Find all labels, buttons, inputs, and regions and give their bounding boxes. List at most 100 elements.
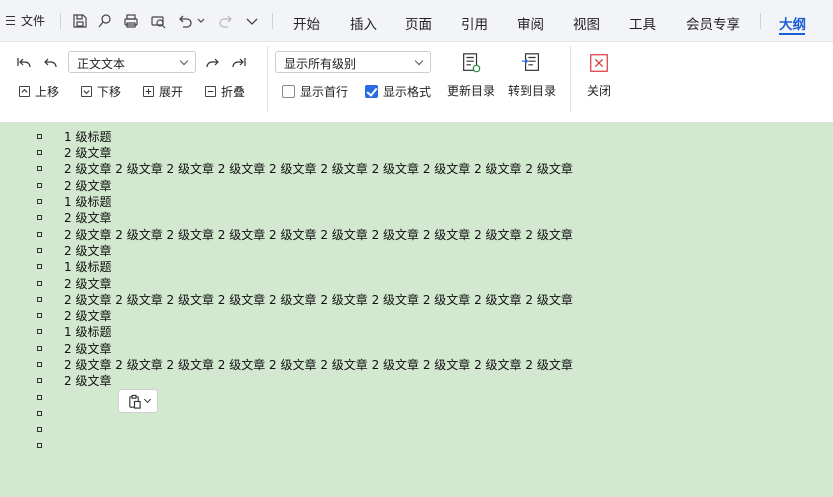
update-toc-button[interactable]: 更新目录 — [447, 51, 495, 99]
outline-row-text[interactable]: 2 级文章 2 级文章 2 级文章 2 级文章 2 级文章 2 级文章 2 级文… — [64, 292, 573, 308]
outline-bullet-icon[interactable] — [37, 281, 42, 286]
show-levels-select[interactable]: 显示所有级别 — [275, 51, 431, 73]
outline-bullet-icon[interactable] — [37, 232, 42, 237]
outline-row[interactable]: 2 级文章 — [0, 178, 833, 194]
save-icon[interactable] — [71, 12, 89, 30]
outline-row-text[interactable]: 2 级文章 — [64, 373, 111, 389]
show-format-checkbox[interactable]: 显示格式 — [365, 83, 431, 100]
outline-bullet-icon[interactable] — [37, 264, 42, 269]
menu-bar: 文件 开始 插入 页面 引用 审阅 视图 工具 会员专享 大纲 — [0, 0, 833, 42]
outline-bullet-icon[interactable] — [37, 248, 42, 253]
outline-bullet-icon[interactable] — [37, 329, 42, 334]
demote-icon[interactable] — [204, 54, 222, 72]
outline-row[interactable]: 1 级标题 — [0, 129, 833, 145]
outline-bullet-icon[interactable] — [37, 134, 42, 139]
collapse-button[interactable]: 折叠 — [205, 83, 245, 100]
outline-bullet-icon[interactable] — [37, 427, 42, 432]
tab-references[interactable]: 引用 — [461, 13, 488, 33]
outline-row[interactable]: 1 级标题 — [0, 324, 833, 340]
outline-bullet-icon[interactable] — [37, 443, 42, 448]
outline-row[interactable]: 2 级文章 — [0, 308, 833, 324]
outline-row-text[interactable]: 2 级文章 2 级文章 2 级文章 2 级文章 2 级文章 2 级文章 2 级文… — [64, 161, 573, 177]
outline-bullet-icon[interactable] — [37, 313, 42, 318]
outline-row[interactable]: 2 级文章 2 级文章 2 级文章 2 级文章 2 级文章 2 级文章 2 级文… — [0, 357, 833, 373]
divider — [760, 13, 761, 29]
divider — [272, 13, 273, 29]
show-first-line-checkbox[interactable]: 显示首行 — [282, 83, 348, 100]
move-up-button[interactable]: 上移 — [19, 83, 59, 100]
outline-row-text[interactable]: 2 级文章 2 级文章 2 级文章 2 级文章 2 级文章 2 级文章 2 级文… — [64, 227, 573, 243]
outline-row-text[interactable]: 2 级文章 — [64, 178, 111, 194]
outline-row[interactable] — [0, 438, 833, 454]
outline-level-select[interactable]: 正文文本 — [68, 51, 196, 73]
outline-row-text[interactable]: 2 级文章 2 级文章 2 级文章 2 级文章 2 级文章 2 级文章 2 级文… — [64, 357, 573, 373]
chevron-down-icon — [143, 395, 151, 404]
outline-row-text[interactable]: 1 级标题 — [64, 194, 111, 210]
move-down-icon — [81, 86, 92, 97]
outline-row-text[interactable]: 1 级标题 — [64, 259, 111, 275]
redo-icon[interactable] — [217, 12, 235, 30]
outline-row[interactable]: 1 级标题 — [0, 194, 833, 210]
outline-row-text[interactable]: 2 级文章 — [64, 276, 111, 292]
tab-view[interactable]: 视图 — [573, 13, 600, 33]
outline-bullet-icon[interactable] — [37, 362, 42, 367]
expand-button[interactable]: 展开 — [143, 83, 183, 100]
expand-label: 展开 — [159, 85, 184, 99]
tab-tools[interactable]: 工具 — [629, 13, 656, 33]
demote-to-body-icon[interactable] — [230, 54, 248, 72]
tab-outline[interactable]: 大纲 — [779, 13, 806, 33]
undo-dropdown-icon[interactable] — [196, 12, 206, 30]
outline-row[interactable]: 2 级文章 — [0, 276, 833, 292]
outline-bullet-icon[interactable] — [37, 297, 42, 302]
promote-icon[interactable] — [41, 54, 59, 72]
paste-options-button[interactable] — [118, 389, 158, 413]
tab-member[interactable]: 会员专享 — [686, 13, 740, 33]
outline-row-text[interactable]: 2 级文章 — [64, 308, 111, 324]
outline-row-text[interactable]: 2 级文章 — [64, 243, 111, 259]
goto-toc-label: 转到目录 — [508, 84, 557, 98]
outline-row[interactable]: 2 级文章 — [0, 210, 833, 226]
outline-bullet-icon[interactable] — [37, 411, 42, 416]
outline-bullet-icon[interactable] — [37, 395, 42, 400]
outline-bullet-icon[interactable] — [37, 150, 42, 155]
outline-row[interactable]: 2 级文章 2 级文章 2 级文章 2 级文章 2 级文章 2 级文章 2 级文… — [0, 227, 833, 243]
goto-toc-button[interactable]: 转到目录 — [508, 51, 556, 99]
outline-row[interactable]: 2 级文章 2 级文章 2 级文章 2 级文章 2 级文章 2 级文章 2 级文… — [0, 292, 833, 308]
outline-row-text[interactable]: 2 级文章 — [64, 210, 111, 226]
outline-row[interactable]: 2 级文章 — [0, 373, 833, 389]
outline-row-text[interactable]: 1 级标题 — [64, 129, 111, 145]
outline-bullet-icon[interactable] — [37, 378, 42, 383]
outline-row-text[interactable]: 2 级文章 — [64, 145, 111, 161]
outline-row-text[interactable]: 1 级标题 — [64, 324, 111, 340]
outline-row[interactable]: 1 级标题 — [0, 259, 833, 275]
print-icon[interactable] — [122, 12, 140, 30]
outline-row[interactable] — [0, 422, 833, 438]
outline-bullet-icon[interactable] — [37, 346, 42, 351]
outline-bullet-icon[interactable] — [37, 199, 42, 204]
outline-row[interactable]: 2 级文章 — [0, 145, 833, 161]
print-preview-icon[interactable] — [149, 12, 167, 30]
outline-bullet-icon[interactable] — [37, 166, 42, 171]
outline-bullet-icon[interactable] — [37, 183, 42, 188]
outline-row[interactable]: 2 级文章 — [0, 243, 833, 259]
move-down-label: 下移 — [97, 85, 122, 99]
update-toc-icon — [459, 51, 483, 75]
outline-document[interactable]: 1 级标题 2 级文章 2 级文章 2 级文章 2 级文章 2 级文章 2 级文… — [0, 127, 833, 497]
outline-row[interactable]: 2 级文章 — [0, 341, 833, 357]
tab-review[interactable]: 审阅 — [517, 13, 544, 33]
outline-row-text[interactable]: 2 级文章 — [64, 341, 111, 357]
undo-icon[interactable] — [176, 12, 194, 30]
format-painter-icon[interactable] — [96, 12, 114, 30]
expand-icon — [143, 86, 154, 97]
show-levels-value: 显示所有级别 — [284, 57, 357, 71]
tab-page[interactable]: 页面 — [405, 13, 432, 33]
promote-to-heading1-icon[interactable] — [15, 54, 33, 72]
move-down-button[interactable]: 下移 — [81, 83, 121, 100]
outline-bullet-icon[interactable] — [37, 215, 42, 220]
outline-row[interactable]: 2 级文章 2 级文章 2 级文章 2 级文章 2 级文章 2 级文章 2 级文… — [0, 161, 833, 177]
close-outline-button[interactable]: 关闭 — [587, 51, 611, 99]
tab-insert[interactable]: 插入 — [350, 13, 377, 33]
more-icon[interactable] — [243, 12, 261, 30]
tab-home[interactable]: 开始 — [293, 13, 320, 33]
file-menu[interactable]: 文件 — [6, 12, 45, 29]
